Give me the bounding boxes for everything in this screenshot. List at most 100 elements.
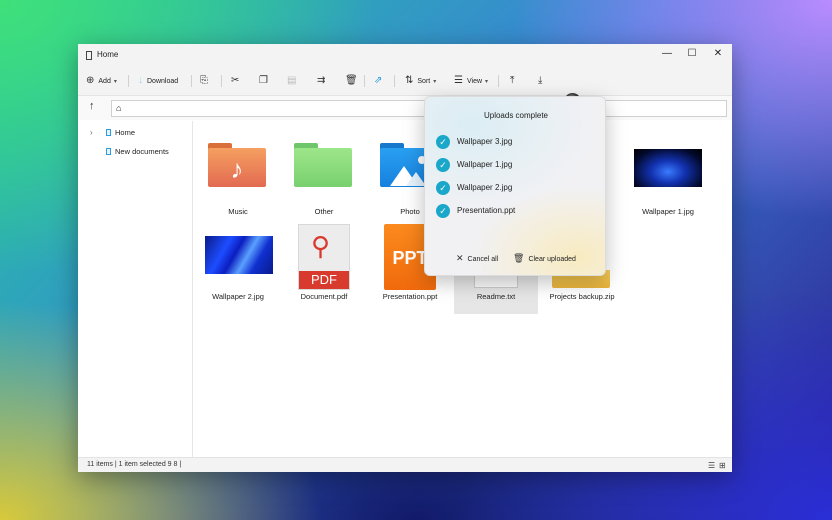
file-item[interactable]: ⚲ PDF Document.pdf <box>282 224 366 318</box>
toolbar-divider <box>364 75 365 87</box>
view-label: View <box>466 77 483 85</box>
uploads-flyout: Uploads complete ✓ Wallpaper 3.jpg ✓ Wal… <box>424 96 606 276</box>
toolbar: ⊕ Add ▾ ↓ Download ⎘ ✂ ❐ ▤ ⇉ 🗑 ⇗ ⇅ Sort ▾ ☰ Vi… <box>78 66 732 110</box>
status-bar: 11 items | 1 item selected 9 8 | ☰ ⊞ <box>78 457 732 472</box>
plus-circle-icon: ⊕ <box>86 75 95 86</box>
cut-button[interactable]: ✂ <box>231 71 243 91</box>
file-item[interactable]: Projects backup.zip <box>540 270 624 314</box>
document-icon <box>106 148 111 155</box>
up-arrow-icon[interactable]: ↑ <box>89 100 95 112</box>
download-icon: ↓ <box>138 75 143 86</box>
file-item[interactable]: Wallpaper 2.jpg <box>196 224 280 318</box>
file-name: Presentation.ppt <box>382 292 438 301</box>
sidebar-item-home[interactable]: › Home <box>90 126 190 140</box>
download-button[interactable]: ↓ Download <box>138 71 178 91</box>
trash-icon: 🗑 <box>513 253 525 263</box>
share-button[interactable]: ⇗ <box>374 71 386 91</box>
upload-item-name: Presentation.ppt <box>457 206 516 215</box>
chevron-right-icon[interactable]: › <box>90 126 93 140</box>
address-bar[interactable]: ⌂ <box>111 100 727 117</box>
toolbar-divider <box>394 75 395 87</box>
document-icon <box>106 129 111 136</box>
clear-uploaded-button[interactable]: 🗑 Clear uploaded <box>513 253 576 264</box>
file-name: Document.pdf <box>300 292 348 301</box>
close-icon: ✕ <box>456 253 464 263</box>
chevron-down-icon: ▾ <box>485 78 489 85</box>
sidebar-item-label: New documents <box>115 147 169 156</box>
toolbar-divider <box>191 75 192 87</box>
chevron-down-icon: ▾ <box>113 78 117 85</box>
checkmark-icon: ✓ <box>436 158 450 172</box>
sidebar: › Home New documents <box>78 121 193 457</box>
image-thumbnail <box>634 149 702 187</box>
paste-button[interactable]: ▤ <box>287 71 300 91</box>
upload-button[interactable]: ⤒ <box>510 71 518 91</box>
copy-icon: ❐ <box>259 75 268 86</box>
checkmark-icon: ✓ <box>436 181 450 195</box>
file-item[interactable]: Wallpaper 1.jpg <box>626 127 710 221</box>
file-item-selected[interactable]: Readme.txt <box>454 270 538 314</box>
toolbar-divider <box>128 75 129 87</box>
grid-view-icon[interactable]: ⊞ <box>719 461 726 470</box>
rename-icon: ⎘ <box>200 75 208 86</box>
file-name: Music <box>228 207 248 216</box>
close-button[interactable]: ✕ <box>705 44 731 64</box>
file-item[interactable]: Other <box>282 127 366 221</box>
folder-icon <box>294 143 352 187</box>
cancel-all-label: Cancel all <box>467 256 499 263</box>
add-label: Add <box>98 77 111 85</box>
delete-button[interactable]: 🗑 <box>345 71 362 91</box>
address-row: ↑ ⌂ <box>78 96 732 120</box>
maximize-button[interactable]: ☐ <box>679 44 705 64</box>
paste-icon: ▤ <box>287 75 297 86</box>
sort-label: Sort <box>417 77 431 85</box>
title-bar: Home — ☐ ✕ <box>78 44 732 66</box>
share-icon: ⇗ <box>374 75 383 86</box>
toolbar-divider <box>221 75 222 87</box>
checkmark-icon: ✓ <box>436 135 450 149</box>
move-button[interactable]: ⇉ <box>317 71 329 91</box>
sort-button[interactable]: ⇅ Sort ▾ <box>405 71 436 91</box>
window-title: Home <box>97 50 119 59</box>
add-button[interactable]: ⊕ Add ▾ <box>86 71 117 91</box>
file-name: Other <box>314 207 334 216</box>
sidebar-item-new-documents[interactable]: New documents <box>90 145 190 159</box>
music-folder-icon: ♪ <box>208 143 266 187</box>
chevron-down-icon: ▾ <box>433 78 437 85</box>
file-item[interactable]: ♪ Music <box>196 127 280 221</box>
checkmark-icon: ✓ <box>436 204 450 218</box>
copy-button[interactable]: ❐ <box>259 71 272 91</box>
view-button[interactable]: ☰ View ▾ <box>454 71 488 91</box>
file-name: Wallpaper 2.jpg <box>212 292 264 301</box>
status-text: 11 items | 1 item selected 9 8 | <box>87 461 182 468</box>
scissors-icon: ✂ <box>231 75 240 86</box>
file-explorer-window: Home — ☐ ✕ ⊕ Add ▾ ↓ Download ⎘ ✂ ❐ ▤ ⇉ 🗑 ⇗… <box>78 44 732 472</box>
home-icon[interactable]: ⌂ <box>116 103 121 113</box>
trash-icon: 🗑 <box>345 75 358 86</box>
upload-item-name: Wallpaper 2.jpg <box>457 183 513 192</box>
download-all-button[interactable]: ⤓ <box>538 71 546 91</box>
upload-item-name: Wallpaper 3.jpg <box>457 137 513 146</box>
upload-icon: ⤒ <box>510 75 515 86</box>
pdf-badge: PDF <box>299 271 349 289</box>
cancel-all-button[interactable]: ✕ Cancel all <box>456 253 498 264</box>
rename-button[interactable]: ⎘ <box>200 71 212 91</box>
file-name: Projects backup.zip <box>549 292 615 301</box>
download-arrow-icon: ⤓ <box>538 75 543 86</box>
minimize-button[interactable]: — <box>654 44 680 64</box>
clear-uploaded-label: Clear uploaded <box>528 256 576 263</box>
file-name: Readme.txt <box>476 292 516 301</box>
download-label: Download <box>147 77 179 85</box>
move-icon: ⇉ <box>317 75 326 86</box>
toolbar-divider <box>498 75 499 87</box>
pdf-file-icon: ⚲ PDF <box>298 224 350 290</box>
file-name: Wallpaper 1.jpg <box>642 207 694 216</box>
sidebar-item-label: Home <box>115 128 136 137</box>
details-view-icon[interactable]: ☰ <box>708 461 715 470</box>
view-list-icon: ☰ <box>454 75 463 86</box>
upload-item-name: Wallpaper 1.jpg <box>457 160 513 169</box>
uploads-title: Uploads complete <box>483 111 549 120</box>
desktop: { "window": { "title": "Home", "minimize… <box>0 0 832 520</box>
sort-icon: ⇅ <box>405 75 414 86</box>
image-thumbnail <box>205 236 273 274</box>
